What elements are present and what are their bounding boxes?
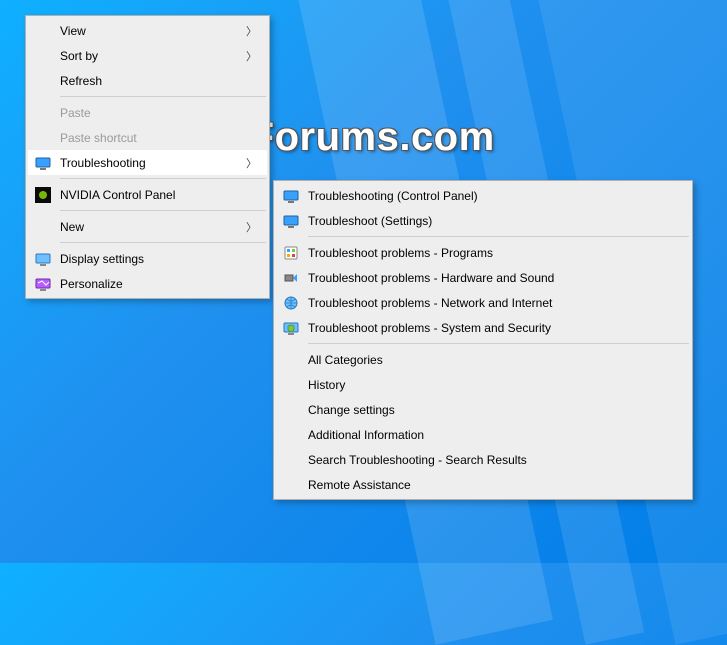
menu-label: Remote Assistance bbox=[308, 478, 411, 492]
menu-item-nvidia-control-panel[interactable]: NVIDIA Control Panel bbox=[28, 182, 267, 207]
menu-item-new[interactable]: New 〉 bbox=[28, 214, 267, 239]
network-icon bbox=[282, 294, 300, 312]
troubleshooting-icon bbox=[34, 154, 52, 172]
menu-label: Paste shortcut bbox=[60, 131, 137, 145]
menu-label: All Categories bbox=[308, 353, 383, 367]
menu-item-personalize[interactable]: Personalize bbox=[28, 271, 267, 296]
submenu-item-additional-information[interactable]: Additional Information bbox=[276, 422, 690, 447]
troubleshoot-icon bbox=[282, 187, 300, 205]
menu-label: History bbox=[308, 378, 345, 392]
menu-separator bbox=[308, 343, 689, 344]
menu-item-troubleshooting[interactable]: Troubleshooting 〉 bbox=[28, 150, 267, 175]
menu-label: Refresh bbox=[60, 74, 102, 88]
submenu-item-all-categories[interactable]: All Categories bbox=[276, 347, 690, 372]
menu-separator bbox=[308, 236, 689, 237]
chevron-right-icon: 〉 bbox=[246, 23, 257, 39]
chevron-right-icon: 〉 bbox=[246, 155, 257, 171]
menu-label: Troubleshoot problems - Programs bbox=[308, 246, 493, 260]
troubleshoot-icon bbox=[282, 212, 300, 230]
submenu-item-hardware-and-sound[interactable]: Troubleshoot problems - Hardware and Sou… bbox=[276, 265, 690, 290]
menu-label: Troubleshoot problems - Network and Inte… bbox=[308, 296, 552, 310]
submenu-item-troubleshooting-control-panel[interactable]: Troubleshooting (Control Panel) bbox=[276, 183, 690, 208]
menu-label: Troubleshoot (Settings) bbox=[308, 214, 432, 228]
submenu-item-troubleshoot-settings[interactable]: Troubleshoot (Settings) bbox=[276, 208, 690, 233]
submenu-item-programs[interactable]: Troubleshoot problems - Programs bbox=[276, 240, 690, 265]
submenu-item-history[interactable]: History bbox=[276, 372, 690, 397]
menu-label: New bbox=[60, 220, 84, 234]
menu-label: Sort by bbox=[60, 49, 98, 63]
menu-separator bbox=[60, 210, 266, 211]
submenu-item-network-and-internet[interactable]: Troubleshoot problems - Network and Inte… bbox=[276, 290, 690, 315]
menu-label: Troubleshooting (Control Panel) bbox=[308, 189, 478, 203]
menu-separator bbox=[60, 96, 266, 97]
programs-icon bbox=[282, 244, 300, 262]
submenu-item-search-results[interactable]: Search Troubleshooting - Search Results bbox=[276, 447, 690, 472]
menu-label: Paste bbox=[60, 106, 91, 120]
submenu-item-system-and-security[interactable]: Troubleshoot problems - System and Secur… bbox=[276, 315, 690, 340]
menu-separator bbox=[60, 242, 266, 243]
menu-label: Additional Information bbox=[308, 428, 424, 442]
menu-label: Personalize bbox=[60, 277, 123, 291]
menu-item-display-settings[interactable]: Display settings bbox=[28, 246, 267, 271]
chevron-right-icon: 〉 bbox=[246, 48, 257, 64]
menu-item-refresh[interactable]: Refresh bbox=[28, 68, 267, 93]
menu-separator bbox=[60, 178, 266, 179]
desktop-context-menu: View 〉 Sort by 〉 Refresh Paste Paste sho… bbox=[25, 15, 270, 299]
menu-item-paste-shortcut: Paste shortcut bbox=[28, 125, 267, 150]
nvidia-icon bbox=[34, 186, 52, 204]
menu-label: NVIDIA Control Panel bbox=[60, 188, 175, 202]
menu-item-view[interactable]: View 〉 bbox=[28, 18, 267, 43]
menu-label: View bbox=[60, 24, 86, 38]
menu-label: Troubleshoot problems - System and Secur… bbox=[308, 321, 551, 335]
hardware-icon bbox=[282, 269, 300, 287]
troubleshooting-submenu: Troubleshooting (Control Panel) Troubles… bbox=[273, 180, 693, 500]
menu-item-paste: Paste bbox=[28, 100, 267, 125]
menu-label: Search Troubleshooting - Search Results bbox=[308, 453, 527, 467]
menu-label: Troubleshooting bbox=[60, 156, 146, 170]
submenu-item-change-settings[interactable]: Change settings bbox=[276, 397, 690, 422]
menu-label: Change settings bbox=[308, 403, 395, 417]
submenu-item-remote-assistance[interactable]: Remote Assistance bbox=[276, 472, 690, 497]
personalize-icon bbox=[34, 275, 52, 293]
chevron-right-icon: 〉 bbox=[246, 219, 257, 235]
display-settings-icon bbox=[34, 250, 52, 268]
menu-label: Display settings bbox=[60, 252, 144, 266]
security-icon bbox=[282, 319, 300, 337]
menu-item-sort-by[interactable]: Sort by 〉 bbox=[28, 43, 267, 68]
menu-label: Troubleshoot problems - Hardware and Sou… bbox=[308, 271, 554, 285]
